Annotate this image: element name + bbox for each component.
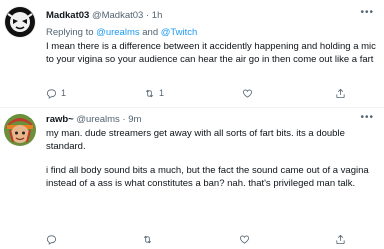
reply-icon bbox=[46, 234, 57, 245]
heart-icon bbox=[243, 89, 252, 98]
reply-button[interactable]: 1 bbox=[46, 88, 66, 99]
tweet-text: my man. dude streamers get away with all… bbox=[46, 128, 376, 190]
separator: · bbox=[145, 10, 150, 21]
share-icon bbox=[336, 88, 345, 98]
heart-icon bbox=[239, 235, 249, 244]
like-button[interactable] bbox=[239, 234, 250, 245]
more-icon[interactable]: ••• bbox=[360, 112, 374, 123]
tweet-paragraph: i find all body sound bits a much, but t… bbox=[46, 165, 369, 189]
display-name[interactable]: Madkat03 bbox=[46, 10, 89, 21]
avatar-image bbox=[4, 6, 36, 38]
separator: · bbox=[122, 114, 126, 125]
timestamp[interactable]: 9m bbox=[128, 114, 141, 125]
handle[interactable]: @urealms bbox=[76, 114, 119, 125]
tweet-header: Madkat03 @Madkat03 · 1h bbox=[46, 10, 162, 21]
retweet-icon bbox=[144, 235, 152, 243]
share-button[interactable] bbox=[335, 88, 346, 99]
tweet[interactable]: Madkat03 @Madkat03 · 1h ••• Replying to … bbox=[0, 0, 384, 108]
display-name[interactable]: rawb~ bbox=[46, 114, 74, 125]
retweet-count: 1 bbox=[159, 88, 165, 98]
avatar-image bbox=[4, 114, 36, 146]
timestamp[interactable]: 1h bbox=[152, 10, 163, 21]
avatar[interactable] bbox=[4, 6, 36, 38]
tweet-header: rawb~ @urealms · 9m bbox=[46, 114, 141, 125]
tweet-text: I mean there is a difference between it … bbox=[46, 41, 376, 65]
reply-button[interactable] bbox=[46, 234, 57, 245]
share-button[interactable] bbox=[335, 234, 346, 245]
retweet-button[interactable] bbox=[142, 234, 153, 245]
retweet-button[interactable]: 1 bbox=[144, 88, 164, 99]
retweet-icon bbox=[145, 89, 154, 97]
reply-icon bbox=[46, 88, 57, 99]
like-button[interactable] bbox=[242, 88, 257, 99]
replying-to: Replying to @urealms and @Twitch bbox=[46, 27, 197, 38]
handle[interactable]: @Madkat03 bbox=[92, 10, 143, 21]
reply-count: 1 bbox=[61, 88, 67, 98]
tweet-actions: 1 1 bbox=[46, 86, 346, 100]
tweet-paragraph: my man. dude streamers get away with all… bbox=[46, 128, 345, 152]
replying-and: and bbox=[142, 27, 159, 38]
tweet[interactable]: rawb~ @urealms · 9m ••• my man. dude str… bbox=[0, 108, 384, 249]
more-icon[interactable]: ••• bbox=[360, 7, 374, 18]
share-icon bbox=[336, 234, 345, 244]
mention-link[interactable]: @urealms bbox=[96, 27, 139, 38]
avatar[interactable] bbox=[4, 114, 36, 146]
mention-link[interactable]: @Twitch bbox=[161, 27, 198, 38]
replying-prefix: Replying to bbox=[46, 27, 94, 38]
tweet-actions bbox=[46, 232, 346, 246]
